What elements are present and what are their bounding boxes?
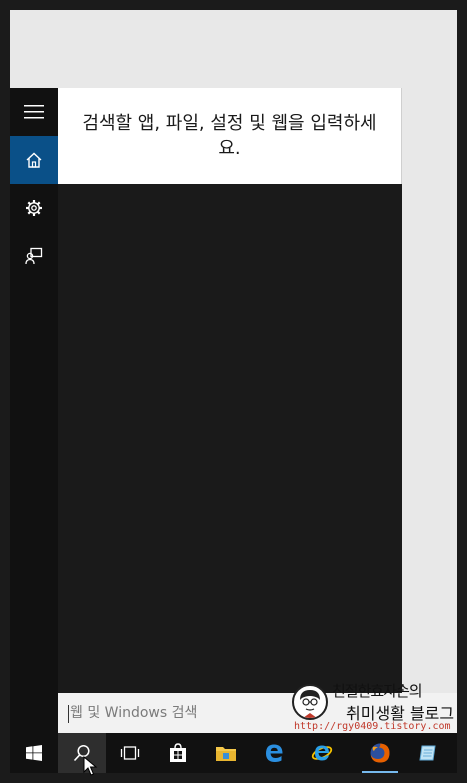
notepad-button[interactable] bbox=[404, 733, 452, 773]
firefox-icon bbox=[370, 743, 390, 763]
home-icon bbox=[26, 152, 42, 168]
gear-icon bbox=[26, 200, 42, 216]
task-view-button[interactable] bbox=[106, 733, 154, 773]
internet-explorer-button[interactable] bbox=[298, 733, 346, 773]
internet-explorer-icon bbox=[311, 745, 333, 761]
hamburger-menu-icon bbox=[24, 105, 44, 119]
hamburger-menu-button[interactable] bbox=[10, 88, 58, 136]
watermark-line1: 친절한효자손의 bbox=[332, 682, 423, 700]
start-button[interactable] bbox=[10, 733, 58, 773]
notepad-icon bbox=[419, 745, 436, 761]
edge-button[interactable] bbox=[250, 733, 298, 773]
windows-start-icon bbox=[26, 745, 42, 761]
file-explorer-icon bbox=[216, 747, 236, 761]
taskbar bbox=[10, 733, 457, 773]
search-prompt-text: 검색할 앱, 파일, 설정 및 웹을 입력하세요. bbox=[82, 113, 377, 159]
running-app-indicator bbox=[362, 771, 398, 773]
store-icon bbox=[170, 743, 186, 762]
search-panel: 검색할 앱, 파일, 설정 및 웹을 입력하세요. bbox=[10, 88, 402, 733]
feedback-icon bbox=[25, 247, 43, 265]
search-prompt-header: 검색할 앱, 파일, 설정 및 웹을 입력하세요. bbox=[58, 88, 402, 184]
file-explorer-button[interactable] bbox=[202, 733, 250, 773]
task-view-icon bbox=[120, 746, 140, 760]
settings-button[interactable] bbox=[10, 184, 58, 232]
watermark-avatar bbox=[292, 684, 328, 720]
mouse-pointer-icon bbox=[83, 756, 98, 776]
search-panel-rail bbox=[10, 88, 58, 733]
search-input[interactable] bbox=[66, 703, 310, 723]
home-button[interactable] bbox=[10, 136, 58, 184]
search-results-area bbox=[58, 184, 402, 693]
edge-icon bbox=[266, 744, 283, 762]
feedback-button[interactable] bbox=[10, 232, 58, 280]
watermark-url: http://rgy0409.tistory.com bbox=[294, 721, 451, 732]
blog-watermark: 친절한효자손의 취미생활 블로그 http://rgy0409.tistory.… bbox=[292, 680, 457, 736]
store-button[interactable] bbox=[154, 733, 202, 773]
firefox-button[interactable] bbox=[356, 733, 404, 773]
